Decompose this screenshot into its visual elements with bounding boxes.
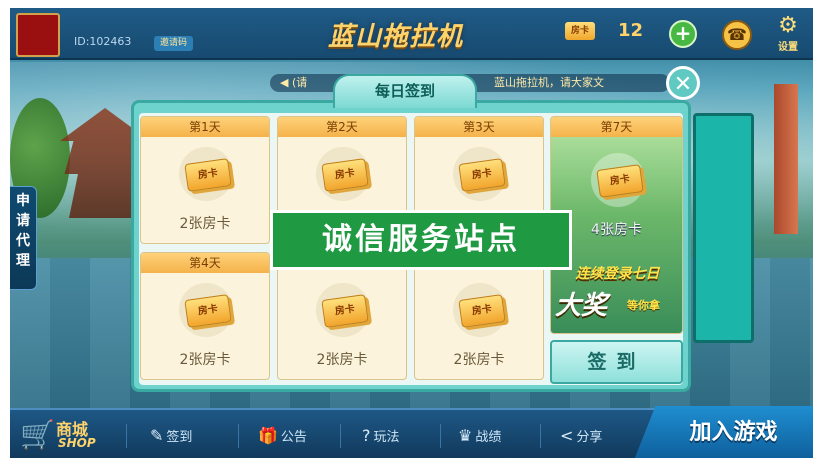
day-card: 房卡 2张房卡 <box>277 252 407 380</box>
reward-text: 2张房卡 <box>179 352 231 368</box>
marquee-text: (请 <box>291 76 308 89</box>
nav-records[interactable]: ♛ 战绩 <box>458 424 501 448</box>
day-label: 第2天 <box>278 117 406 137</box>
nav-share[interactable]: < 分享 <box>560 424 602 448</box>
question-icon: ? <box>362 426 371 445</box>
cart-icon: 🛒 <box>20 418 55 451</box>
nav-label: 分享 <box>576 430 603 445</box>
day-label: 第3天 <box>415 117 543 137</box>
invite-button[interactable]: 邀请码 <box>154 36 194 51</box>
pen-icon: ✎ <box>150 426 164 445</box>
day-card: 房卡 2张房卡 <box>414 252 544 380</box>
dialog-title: 每日签到 <box>333 74 477 108</box>
day-card: 第4天 房卡 2张房卡 <box>140 252 270 380</box>
share-icon: < <box>560 426 574 445</box>
add-room-card-button[interactable]: + <box>669 20 697 48</box>
reward-text: 2张房卡 <box>316 352 368 368</box>
gift-icon: 🎁 <box>258 426 278 445</box>
day-label: 第4天 <box>141 253 269 273</box>
nav-label: 玩法 <box>373 430 400 445</box>
promo-big-text: 大奖 <box>555 291 608 321</box>
reward-text: 2张房卡 <box>179 216 231 232</box>
close-button[interactable]: ✕ <box>666 66 700 100</box>
join-game-button[interactable]: 加入游戏 <box>634 406 813 458</box>
divider <box>238 424 239 448</box>
apply-agent-char: 请 <box>16 213 30 229</box>
user-id: ID:102463 <box>74 35 132 48</box>
side-panel <box>693 113 754 343</box>
apply-agent-button[interactable]: 申 请 代 理 <box>10 186 37 290</box>
marquee-text-left: ◀ (请 <box>280 76 308 89</box>
room-card-count: 12 <box>618 20 644 41</box>
tower-decoration <box>774 84 798 234</box>
nav-sign-in[interactable]: ✎ 签到 <box>150 424 192 448</box>
shop-button[interactable]: 🛒 商城 SHOP <box>18 412 108 456</box>
gear-icon: ⚙ <box>778 13 798 38</box>
nav-label: 签到 <box>166 430 193 445</box>
bottom-bar: 🛒 商城 SHOP ✎ 签到 🎁 公告 ? 玩法 ♛ 战绩 < 分享 加入游戏 <box>10 406 813 458</box>
apply-agent-char: 申 <box>16 193 30 209</box>
divider <box>340 424 341 448</box>
promo-line: 连续登录七日 <box>575 266 660 282</box>
watermark-banner: 诚信服务站点 <box>270 210 572 270</box>
nav-notice[interactable]: 🎁 公告 <box>258 424 307 448</box>
game-title: 蓝山拖拉机 <box>328 22 464 52</box>
sign-in-button[interactable]: 签到 <box>550 340 683 384</box>
phone-icon[interactable]: ☎ <box>722 20 752 50</box>
room-card-icon: 房卡 <box>565 22 595 40</box>
reward-text: 2张房卡 <box>453 352 505 368</box>
promo-small-text: 等你拿 <box>627 299 660 312</box>
avatar[interactable] <box>16 13 60 57</box>
nav-rules[interactable]: ? 玩法 <box>362 424 400 448</box>
divider <box>440 424 441 448</box>
day-card: 第1天 房卡 2张房卡 <box>140 116 270 244</box>
divider <box>540 424 541 448</box>
marquee-text-right: 蓝山拖拉机，请大家文 <box>494 76 604 89</box>
top-bar: ID:102463 邀请码 蓝山拖拉机 房卡 12 + ☎ ⚙ 设置 <box>10 8 813 60</box>
trophy-icon: ♛ <box>458 426 473 445</box>
day-label: 第7天 <box>551 117 682 137</box>
nav-label: 公告 <box>280 430 307 445</box>
day-label: 第1天 <box>141 117 269 137</box>
apply-agent-char: 理 <box>16 253 30 269</box>
settings-button[interactable]: ⚙ 设置 <box>770 14 806 56</box>
apply-agent-char: 代 <box>16 233 30 249</box>
settings-label: 设置 <box>778 42 798 53</box>
shop-label-en: SHOP <box>58 436 96 450</box>
divider <box>126 424 127 448</box>
nav-label: 战绩 <box>475 430 502 445</box>
